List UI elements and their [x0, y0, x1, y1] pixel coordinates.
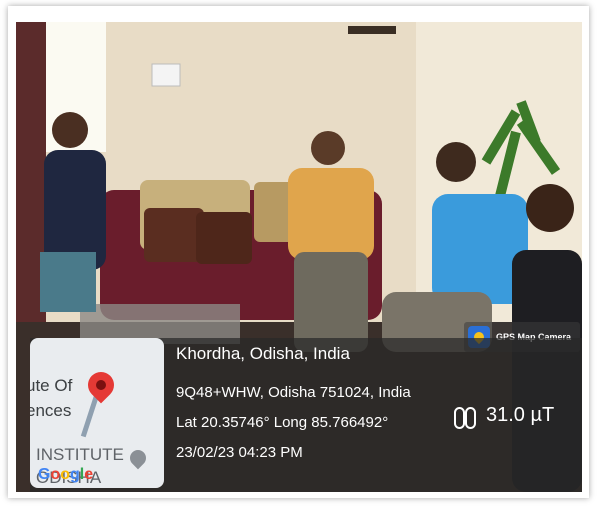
magnetic-field-value: 31.0 µT — [486, 404, 555, 426]
map-pin-red-icon — [82, 366, 120, 404]
plus-code-address: 9Q48+WHW, Odisha 751024, India — [176, 384, 411, 401]
magnetic-field-readout: 31.0 µT — [454, 404, 555, 429]
google-logo: Google — [38, 466, 94, 483]
coordinates: Lat 20.35746° Long 85.766492° — [176, 414, 389, 431]
map-label-fragment: ute Of — [30, 376, 73, 395]
map-label-fragment: INSTITUTE — [36, 445, 124, 464]
location-title: Khordha, Odisha, India — [176, 344, 350, 363]
map-label-fragment: ences — [30, 401, 72, 420]
magnetic-field-icon — [454, 405, 476, 429]
map-thumbnail[interactable]: ute Of ences INSTITUTE ODISHA Google — [30, 338, 164, 488]
datetime: 23/02/23 04:23 PM — [176, 444, 303, 461]
map-pin-grey-icon — [126, 446, 150, 470]
